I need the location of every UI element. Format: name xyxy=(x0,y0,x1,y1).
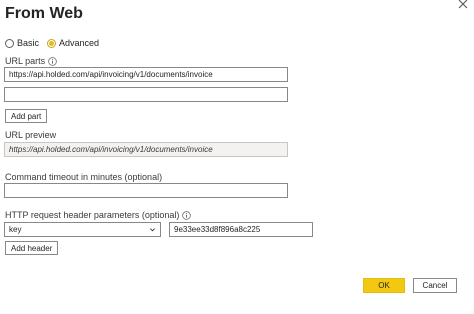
timeout-label: Command timeout in minutes (optional) xyxy=(5,172,163,182)
advanced-radio-circle xyxy=(47,38,57,48)
add-header-button[interactable]: Add header xyxy=(5,241,59,255)
advanced-radio[interactable]: Advanced xyxy=(47,38,99,48)
url-parts-label-row: URL parts xyxy=(5,56,57,66)
advanced-radio-label: Advanced xyxy=(59,38,100,48)
header-key-select[interactable]: key xyxy=(4,222,161,237)
ok-button[interactable]: OK xyxy=(363,278,405,293)
basic-radio[interactable]: Basic xyxy=(5,38,39,48)
url-parts-label: URL parts xyxy=(5,56,46,66)
url-part-2-input[interactable] xyxy=(4,87,288,102)
url-part-1-input[interactable]: https://api.holded.com/api/invoicing/v1/… xyxy=(4,67,288,82)
cancel-button[interactable]: Cancel xyxy=(413,278,457,293)
close-icon xyxy=(458,0,468,9)
header-value-input[interactable]: 9e33ee33d8f896a8c225 xyxy=(169,222,313,237)
info-icon[interactable] xyxy=(182,210,192,220)
url-preview-label: URL preview xyxy=(5,130,57,140)
basic-radio-circle xyxy=(5,38,14,48)
chevron-down-icon xyxy=(150,228,155,232)
close-button[interactable] xyxy=(456,0,470,11)
basic-radio-label: Basic xyxy=(17,38,40,48)
url-preview-field: https://api.holded.com/api/invoicing/v1/… xyxy=(4,142,288,157)
dialog-title: From Web xyxy=(5,5,83,22)
headers-label-row: HTTP request header parameters (optional… xyxy=(5,210,192,220)
header-key-value: key xyxy=(9,225,22,234)
add-part-button[interactable]: Add part xyxy=(5,109,48,123)
headers-label: HTTP request header parameters (optional… xyxy=(5,210,180,220)
info-icon[interactable] xyxy=(48,56,57,66)
timeout-input[interactable] xyxy=(4,183,288,198)
mode-radio-group: Basic Advanced xyxy=(5,36,107,50)
